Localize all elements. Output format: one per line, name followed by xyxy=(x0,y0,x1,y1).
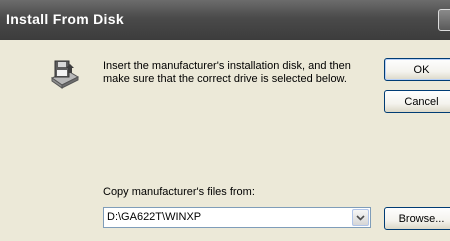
close-icon[interactable] xyxy=(438,9,450,31)
title-bar[interactable]: Install From Disk xyxy=(0,0,450,40)
window-title: Install From Disk xyxy=(6,11,124,27)
copy-from-label: Copy manufacturer's files from: xyxy=(103,186,255,198)
disk-install-icon xyxy=(50,60,80,89)
copy-from-combobox[interactable]: D:\GA622T\WINXP xyxy=(103,207,371,228)
browse-button[interactable]: Browse... xyxy=(384,207,450,230)
cancel-button[interactable]: Cancel xyxy=(384,90,450,113)
install-from-disk-dialog: Install From Disk Insert the manufacture… xyxy=(0,0,450,241)
copy-from-value: D:\GA622T\WINXP xyxy=(107,211,202,223)
ok-button[interactable]: OK xyxy=(384,58,450,81)
instruction-text: Insert the manufacturer's installation d… xyxy=(103,60,351,85)
chevron-down-icon xyxy=(356,214,365,221)
dropdown-button[interactable] xyxy=(352,209,369,226)
